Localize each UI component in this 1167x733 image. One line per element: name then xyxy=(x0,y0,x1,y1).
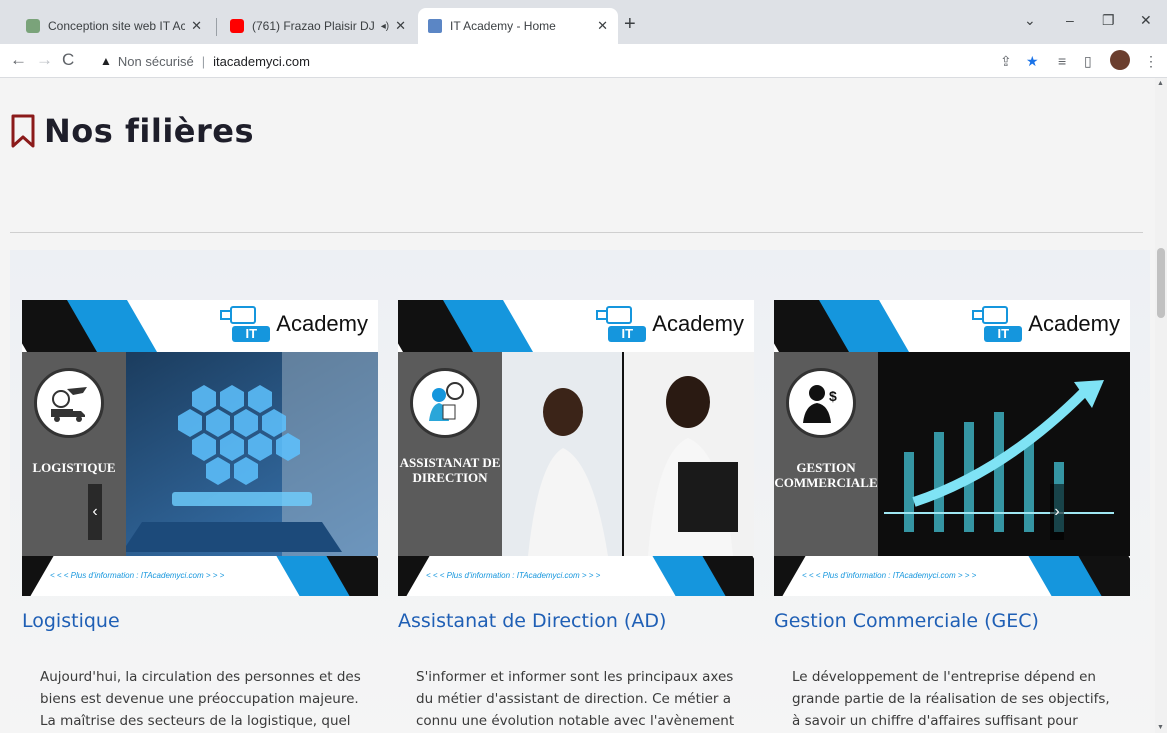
restore-icon[interactable]: ❐ xyxy=(1102,12,1115,29)
svg-text:$: $ xyxy=(829,388,837,404)
banner-info-text: < < < Plus d'information : ITAcademyci.c… xyxy=(802,571,977,580)
share-icon[interactable]: ⇪ xyxy=(1000,53,1012,69)
audio-playing-icon[interactable]: ◂) xyxy=(381,21,389,32)
scroll-up-icon[interactable]: ▲ xyxy=(1157,80,1164,87)
banner-label: GESTION COMMERCIALE xyxy=(774,460,878,490)
address-bar[interactable]: ▲ Non sécurisé | itacademyci.com xyxy=(90,47,970,75)
program-description: Le développement de l'entreprise dépend … xyxy=(792,669,1110,729)
new-tab-icon[interactable]: + xyxy=(624,14,636,34)
carousel-prev-icon[interactable]: ‹ xyxy=(88,484,102,540)
address-separator: | xyxy=(201,53,206,69)
tab-it-academy[interactable]: IT Academy - Home ✕ xyxy=(418,8,618,44)
tab-title: IT Academy - Home xyxy=(450,19,556,33)
site-favicon-icon xyxy=(26,19,40,33)
carousel-next-icon[interactable]: › xyxy=(1050,484,1064,540)
banner-info-text: < < < Plus d'information : ITAcademyci.c… xyxy=(50,571,225,580)
tab-search-icon[interactable]: ⌄ xyxy=(1024,12,1036,29)
browser-toolbar: ← → C ▲ Non sécurisé | itacademyci.com ⇪… xyxy=(0,44,1167,78)
tab-youtube[interactable]: (761) Frazao Plaisir DJANFAH ◂) ✕ xyxy=(220,8,416,44)
logo-mark-text: IT xyxy=(984,326,1023,342)
businessman-dollar-icon: $ xyxy=(786,368,856,438)
forward-icon[interactable]: → xyxy=(36,51,53,69)
security-label[interactable]: Non sécurisé xyxy=(118,54,194,69)
youtube-icon xyxy=(230,19,244,33)
logo-mark-text: IT xyxy=(608,326,647,342)
program-description: S'informer et informer sont les principa… xyxy=(416,669,735,729)
scroll-thumb[interactable] xyxy=(1157,248,1165,318)
program-banner[interactable]: IT Academy xyxy=(22,300,378,596)
bookmark-icon xyxy=(11,114,35,148)
page-viewport: Nos filières IT Academy LOGISTIQUE < < <… xyxy=(0,78,1155,733)
back-icon[interactable]: ← xyxy=(10,51,27,69)
program-title[interactable]: Gestion Commerciale (GEC) xyxy=(774,610,1130,632)
it-academy-logo: IT Academy xyxy=(220,306,368,342)
assistant-icon xyxy=(410,368,480,438)
reading-list-icon[interactable]: ≡ xyxy=(1058,53,1066,69)
tab-conception[interactable]: Conception site web IT Academy. ✕ xyxy=(16,8,212,44)
program-title[interactable]: Assistanat de Direction (AD) xyxy=(398,610,754,632)
program-title[interactable]: Logistique xyxy=(22,610,378,632)
program-card-assistanat[interactable]: IT Academy ASSISTANAT DE DIRECTION < < <… xyxy=(398,300,754,733)
section-divider xyxy=(10,232,1143,233)
warning-icon[interactable]: ▲ xyxy=(100,54,112,68)
scroll-down-icon[interactable]: ▼ xyxy=(1157,724,1164,731)
it-academy-logo: IT Academy xyxy=(596,306,744,342)
reload-icon[interactable]: C xyxy=(62,51,74,69)
it-academy-favicon-icon xyxy=(428,19,442,33)
banner-info-text: < < < Plus d'information : ITAcademyci.c… xyxy=(426,571,601,580)
program-description: Aujourd'hui, la circulation des personne… xyxy=(40,669,361,729)
logo-text: Academy xyxy=(1028,311,1120,336)
page-title: Nos filières xyxy=(44,112,255,150)
banner-label: ASSISTANAT DE DIRECTION xyxy=(399,455,501,485)
tab-divider xyxy=(216,18,217,36)
program-card-gestion-commerciale[interactable]: IT Academy $ GESTION COMMERCIALE < < < P… xyxy=(774,300,1130,733)
tab-title: Conception site web IT Academy. xyxy=(48,19,186,33)
program-banner[interactable]: IT Academy xyxy=(774,300,1130,596)
close-tab-icon[interactable]: ✕ xyxy=(591,18,608,34)
profile-avatar[interactable] xyxy=(1110,50,1130,70)
minimize-icon[interactable]: – xyxy=(1066,12,1074,28)
close-window-icon[interactable]: ✕ xyxy=(1140,12,1152,29)
close-tab-icon[interactable]: ✕ xyxy=(185,18,202,34)
banner-label: LOGISTIQUE xyxy=(32,460,116,475)
page-scrollbar[interactable]: ▲ ▼ xyxy=(1155,78,1167,733)
bookmark-star-icon[interactable]: ★ xyxy=(1026,53,1039,69)
section-heading: Nos filières xyxy=(10,112,254,150)
program-banner[interactable]: IT Academy xyxy=(398,300,754,596)
logo-text: Academy xyxy=(276,311,368,336)
url-text[interactable]: itacademyci.com xyxy=(213,54,310,69)
tab-title: (761) Frazao Plaisir DJANFAH xyxy=(252,19,375,33)
menu-icon[interactable]: ⋮ xyxy=(1144,53,1158,69)
tab-strip: Conception site web IT Academy. ✕ (761) … xyxy=(0,0,1167,44)
close-tab-icon[interactable]: ✕ xyxy=(389,18,406,34)
side-panel-icon[interactable]: ▯ xyxy=(1084,53,1092,69)
program-card-logistique[interactable]: IT Academy LOGISTIQUE < < < Plus d'infor… xyxy=(22,300,378,733)
logistics-icon xyxy=(34,368,104,438)
it-academy-logo: IT Academy xyxy=(972,306,1120,342)
logo-text: Academy xyxy=(652,311,744,336)
logo-mark-text: IT xyxy=(232,326,271,342)
